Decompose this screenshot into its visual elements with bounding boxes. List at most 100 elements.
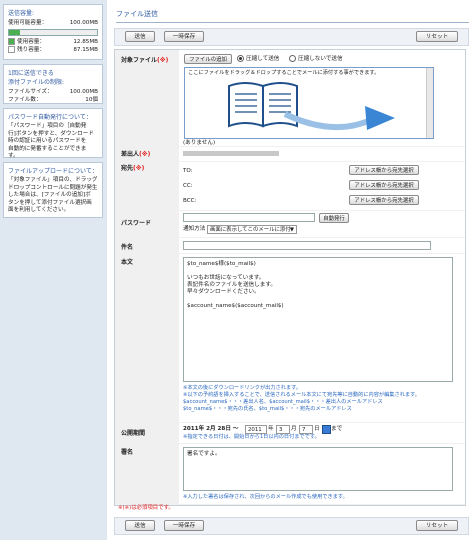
password-help-panel: パスワード自動発行について： 「パスワード」項目の［自動発 行]ボタンを押すと、… [3,108,103,159]
file-section: ファイルの追加 圧縮して送信 圧縮しないで送信 ここにファイルをドラッグ＆ドロッ… [179,50,465,146]
drop-zone-scrollbar[interactable] [426,68,433,138]
signature-section: 署名ですよ。 ※入力した署名は保存され、次回からのメール作成でも使用できます。 [179,444,465,504]
page-title: ファイル送信 [116,10,158,18]
send-button-bottom[interactable]: 送信 [125,520,155,531]
limits-count-row: ファイル数： 10個 [8,96,98,104]
period-year-unit: 年 [268,426,274,432]
limits-size-label: ファイルサイズ： [8,89,53,95]
password-label: パスワード [121,220,152,227]
drop-book-arrow-icon [228,82,395,130]
body-line: いつもお世話になっています。 [187,275,265,281]
period-year-select[interactable]: 2011 [245,425,267,434]
storage-available-row: 使用可能容量： 100.00MB [8,19,98,27]
title-divider [116,22,469,23]
send-button[interactable]: 送信 [125,31,155,42]
drop-hint: ここにファイルをドラッグ＆ドロップすることでメールに添付する事ができます。 [188,70,380,76]
notify-selected-value: 画面に表示してこのメールに添付 [210,227,291,233]
storage-panel: 送信容量: 使用可能容量： 100.00MB 使用容量： 12.85MB 残り容… [3,4,103,60]
radio-checked-icon [237,55,244,62]
body-line: 表記件名のファイルを送信します。 [187,282,276,288]
file-drop-zone[interactable]: ここにファイルをドラッグ＆ドロップすることでメールに添付する事ができます。 [184,67,434,139]
period-month-unit: 月 [291,426,297,432]
required-mark: (※) [133,165,145,172]
top-toolbar: 送信 一時保存 リセット [114,28,469,46]
period-section: 2011年 2月 28日 ～ 2011 年 3 月 7 日 まで ※指定できる日… [179,423,465,443]
upload-help-line: ドロップコントロールに問題が発生 [8,184,98,191]
password-help-line: す。 [8,153,19,159]
limits-heading-1: 1回に送信できる [8,70,54,77]
upload-help-line: 面を利用してください。 [8,207,70,213]
signature-label: 署名 [121,449,134,456]
storage-remaining-row: 残り容量： 87.15MB [8,46,98,54]
bcc-address-book-button[interactable]: アドレス帳から宛先選択 [349,195,419,205]
required-mark: (※) [139,151,151,158]
send-form: 対象ファイル(※) ファイルの追加 圧縮して送信 圧縮しないで送信 ここにファイ… [114,49,466,506]
calendar-icon[interactable] [322,425,331,434]
signature-textarea[interactable]: 署名ですよ。 [183,447,453,491]
body-note: $account_name$・・・差出人名、$account_mail$・・・差… [183,399,383,405]
upload-help-line: タンを押して添付ファイル選択画 [8,199,92,206]
body-line: $account_name$($account_mail$) [187,303,284,309]
body-note: ※本文の後にダウンロードリンクが出力されます。 [183,385,301,391]
auto-issue-button[interactable]: 自動発行 [319,213,349,223]
storage-usage-bar [8,29,98,36]
signature-value: 署名ですよ。 [187,451,221,457]
body-line: $to_name$様($to_mail$) [187,261,256,267]
to-label: 宛先(※) [121,165,145,172]
storage-remaining-label: 残り容量： [17,47,45,53]
password-help-line: 自動的に発番することができま [8,145,87,152]
cc-address-book-button[interactable]: アドレス帳から宛先選択 [349,180,419,190]
upload-help-panel: ファイルアップロードについて： 「対象ファイル」項目の、ドラッグ ドロップコント… [3,162,103,218]
reset-button-bottom[interactable]: リセット [416,520,458,531]
save-draft-button-bottom[interactable]: 一時保存 [164,520,204,531]
period-day-unit: 日 [314,426,320,432]
period-label: 公開期間 [121,430,146,437]
password-input[interactable] [183,213,315,222]
compress-off-option[interactable]: 圧縮しないで送信 [289,55,343,63]
cc-field-label: CC: [183,183,193,189]
bcc-field-label: BCC: [183,198,197,204]
limits-count-value: 10個 [85,97,98,103]
limits-size-row: ファイルサイズ： 100.00MB [8,88,98,96]
add-file-button[interactable]: ファイルの追加 [184,54,232,64]
notify-label: 通知方法 [183,226,206,232]
bottom-toolbar: 送信 一時保存 リセット [114,517,469,535]
storage-remaining-value: 87.15MB [73,47,98,53]
save-draft-button[interactable]: 一時保存 [164,31,204,42]
signature-note: ※入力した署名は保存され、次回からのメール作成でも使用できます。 [183,494,348,500]
limits-count-label: ファイル数： [8,97,42,103]
body-note: ※以下の予約語を挿入することで、送信されるメール本文にて宛先等に自動的に内容が編… [183,392,420,398]
upload-help-line: 「対象ファイル」項目の、ドラッグ [8,177,98,183]
subject-input[interactable] [183,241,431,250]
password-help-line: 行]ボタンを押すと、ダウンロード [8,130,94,137]
body-line: 早々ダウンロードください。 [187,289,260,295]
limits-panel: 1回に送信できる 添付ファイルの制限: ファイルサイズ： 100.00MB ファ… [3,64,103,104]
password-help-line: 時の認証に用いるパスワードを [8,138,87,144]
sender-redacted [183,151,279,156]
used-swatch-icon [8,38,15,45]
sender-label: 差出人(※) [121,151,151,158]
limits-heading-2: 添付ファイルの制限: [8,79,65,86]
recipient-section: TO: アドレス帳から宛先選択 CC: アドレス帳から宛先選択 BCC: アドレ… [179,162,465,210]
chevron-down-icon: ▼ [289,227,294,233]
period-note: ※指定できる日付は、開始日から1日以内の日付までです。 [183,434,320,440]
radio-unchecked-icon [289,55,296,62]
to-address-book-button[interactable]: アドレス帳から宛先選択 [349,165,419,175]
storage-heading: 送信容量: [8,10,35,17]
body-note: $to_name$・・・宛先の氏名、$to_mail$・・・宛先のメールアドレス [183,406,352,412]
password-help-heading: パスワード自動発行について： [8,114,92,121]
period-start: 2011年 2月 28日 ～ [183,426,239,432]
required-note: ※(※)は必須項目です。 [118,505,174,511]
notify-select[interactable]: 画面に表示してこのメールに添付 ▼ [207,225,297,234]
period-day-select[interactable]: 7 [299,425,313,434]
reset-button[interactable]: リセット [416,31,458,42]
compress-on-option[interactable]: 圧縮して送信 [237,55,279,63]
body-section: $to_name$様($to_mail$) いつもお世話になっています。 表記件… [179,254,465,422]
required-mark: (※) [157,57,169,64]
limits-size-value: 100.00MB [69,89,98,95]
subject-section [179,238,465,253]
storage-available-label: 使用可能容量： [8,20,48,26]
body-textarea[interactable]: $to_name$様($to_mail$) いつもお世話になっています。 表記件… [183,257,453,382]
period-month-select[interactable]: 3 [276,425,290,434]
subject-label: 件名 [121,244,134,251]
